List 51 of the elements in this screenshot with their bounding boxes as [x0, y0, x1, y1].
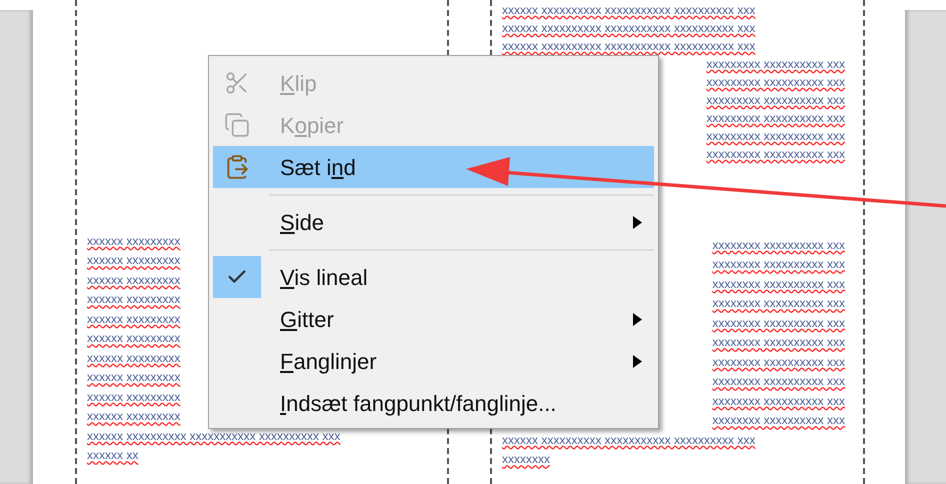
menu-item-label: Klip [280, 70, 317, 98]
placeholder-text-line: xxxxxxxx [502, 452, 550, 466]
menu-item[interactable]: Fanglinjer [213, 340, 654, 382]
placeholder-text-line: xxxxxxxx xxxxxxxxxx xxx [712, 394, 845, 408]
placeholder-text-line: xxxxxx xxxxxxxxxx xxxxxxxxxxx xxxxxxxxxx xxx [502, 432, 756, 447]
placeholder-text-line: xxxxxx xxxxxxxxx [87, 409, 180, 424]
placeholder-text-line: xxxxxxxxx xxxxxxxxxx xxx [706, 93, 845, 107]
placeholder-text-line: xxxxxxxx xxxxxxxxxx xxx [712, 374, 845, 388]
placeholder-text-line: xxxxxxxxx xxxxxxxxxx xxx [706, 129, 845, 143]
placeholder-text-line: xxxxxx xxxxxxxxxx xxxxxxxxxxx xxxxxxxxxx xxx [502, 39, 756, 53]
placeholder-text-line: xxxxxxxxx xxxxxxxxxx xxx [706, 75, 845, 89]
placeholder-text-line: xxxxxxxx xxxxxxxxxx xxx [712, 316, 845, 330]
menu-item[interactable]: Sæt ind [213, 146, 654, 188]
placeholder-text-line: xxxxxxxx xxxxxxxxxx xxx [712, 276, 845, 291]
placeholder-text-line: xxxxxx xxxxxxxxxx xxxxxxxxxxx xxxxxxxxxx xxx [502, 3, 756, 17]
menu-item[interactable]: Gitter [213, 298, 654, 340]
placeholder-text-line: xxxxxx xxxxxxxxx [87, 253, 180, 268]
placeholder-text-line: xxxxxx xxxxxxxxx [87, 292, 180, 306]
placeholder-text-line: xxxxxx xxxxxxxxx [87, 331, 180, 346]
menu-item-label: Kopier [280, 112, 344, 140]
placeholder-text-line: xxxxxx xxxxxxxxxx xxxxxxxxxxx xxxxxxxxxx xxx [502, 21, 756, 35]
menu-item[interactable]: Side [213, 201, 654, 243]
menu-item-label: Indsæt fangpunkt/fanglinje... [280, 390, 556, 418]
placeholder-text-line: xxxxxx xxxxxxxxx [87, 350, 180, 365]
submenu-arrow-icon [633, 216, 642, 229]
placeholder-text-line: xxxxxxxx xxxxxxxxxx xxx [712, 413, 845, 428]
placeholder-text-line: xxxxxx xxxxxxxxxx xxxxxxxxxxx xxxxxxxxxx xxx [87, 428, 340, 443]
menu-item-label: Side [280, 208, 324, 236]
menu-item-label: Fanglinjer [280, 348, 377, 376]
menu-item-label: Vis lineal [280, 264, 368, 292]
submenu-arrow-icon [633, 313, 642, 326]
placeholder-text-line: xxxxxxxxx xxxxxxxxxx xxx [706, 111, 845, 125]
menu-item-label: Gitter [280, 306, 334, 334]
placeholder-text-line: xxxxxxxx xxxxxxxxxx xxx [712, 238, 845, 252]
placeholder-text-line: xxxxxx xxxxxxxxx [87, 234, 180, 248]
copy-icon [224, 112, 250, 138]
placeholder-text-line: xxxxxx xxxxxxxxx [87, 370, 180, 384]
placeholder-text-line: xxxxxxxxx xxxxxxxxxx xxx [706, 57, 845, 71]
placeholder-text-line: xxxxxx xxxxxxxxx [87, 390, 180, 404]
placeholder-text-line: xxxxxxxx xxxxxxxxxx xxx [712, 335, 845, 350]
menu-item-label: Sæt ind [280, 154, 356, 182]
submenu-arrow-icon [633, 355, 642, 368]
placeholder-text-line: xxxxxxxxx xxxxxxxxxx xxx [706, 147, 845, 161]
placeholder-text-line: xxxxxxxx xxxxxxxxxx xxx [712, 354, 845, 369]
menu-item[interactable]: Indsæt fangpunkt/fanglinje... [213, 382, 654, 424]
placeholder-text-line: xxxxxx xx [87, 448, 138, 462]
menu-item[interactable]: Vis lineal [213, 256, 654, 298]
placeholder-text-line: xxxxxx xxxxxxxxx [87, 272, 180, 287]
placeholder-text-line: xxxxxxxx xxxxxxxxxx xxx [712, 257, 845, 272]
placeholder-text-line: xxxxxxxx xxxxxxxxxx xxx [712, 296, 845, 310]
placeholder-text-line: xxxxxx xxxxxxxxx [87, 312, 180, 326]
